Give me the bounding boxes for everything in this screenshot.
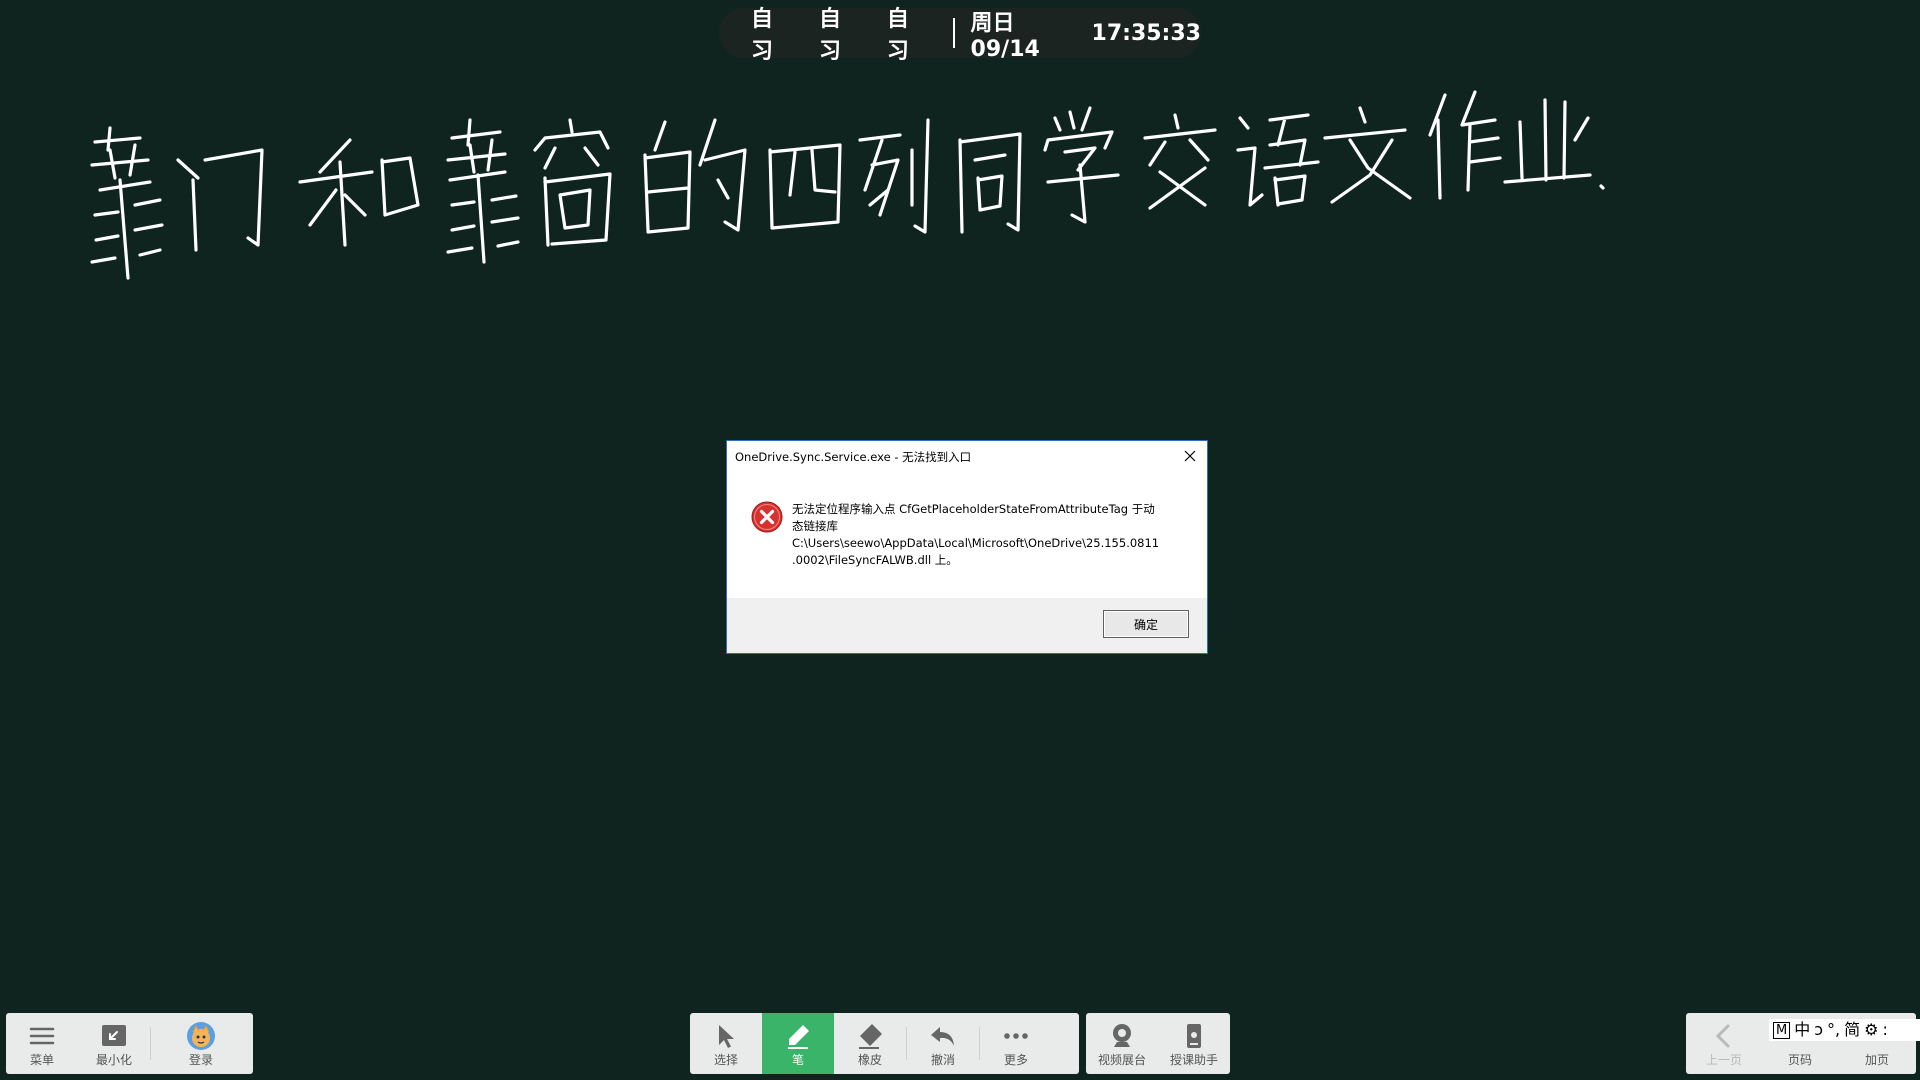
ime-more-icon[interactable]: : (1882, 1019, 1887, 1041)
ok-button[interactable]: 确定 (1103, 610, 1189, 638)
dialog-title: OneDrive.Sync.Service.exe - 无法找到入口 (735, 450, 972, 464)
dialog-title-bar[interactable]: OneDrive.Sync.Service.exe - 无法找到入口 (727, 441, 1207, 471)
undo-button[interactable]: 撤消 (907, 1013, 979, 1074)
page-number-label: 页码 (1787, 1053, 1812, 1067)
ime-toolbar: M 中 ɔ °, 简 ⚙ : (1769, 1019, 1920, 1041)
dialog-footer: 确定 (727, 598, 1207, 653)
login-button[interactable]: 登录 (151, 1013, 251, 1074)
eraser-tool[interactable]: 橡皮 (834, 1013, 906, 1074)
minimize-label: 最小化 (95, 1053, 132, 1067)
more-label: 更多 (1003, 1053, 1028, 1067)
ime-mode-icon[interactable]: M (1773, 1021, 1791, 1039)
teaching-assistant-button[interactable]: 授课助手 (1158, 1013, 1230, 1074)
ime-simplified-toggle[interactable]: 简 (1844, 1019, 1860, 1041)
webcam-icon (1113, 1024, 1131, 1047)
select-label: 选择 (713, 1053, 738, 1067)
pen-label: 笔 (791, 1053, 804, 1067)
add-page-label: 加页 (1864, 1053, 1889, 1067)
ime-punctuation-icon[interactable]: °, (1827, 1019, 1840, 1041)
avatar-icon (187, 1022, 215, 1050)
prev-page-label: 上一页 (1705, 1053, 1742, 1067)
ime-halfwidth-icon[interactable]: ɔ (1814, 1019, 1823, 1041)
undo-icon (931, 1027, 954, 1046)
minimize-button[interactable]: 最小化 (78, 1013, 150, 1074)
chevron-left-icon (1715, 1024, 1730, 1048)
menu-button[interactable]: 菜单 (6, 1013, 78, 1074)
dialog-message: 无法定位程序输入点 CfGetPlaceholderStateFromAttri… (792, 501, 1182, 569)
menu-icon (29, 1027, 55, 1045)
phone-icon (1187, 1024, 1201, 1048)
message-line: C:\Users\seewo\AppData\Local\Microsoft\O… (792, 536, 1160, 550)
minimize-icon (102, 1025, 126, 1046)
prev-page-button[interactable]: 上一页 (1686, 1013, 1762, 1074)
message-line: 无法定位程序输入点 CfGetPlaceholderStateFromAttri… (792, 502, 1155, 516)
eraser-label: 橡皮 (857, 1053, 882, 1067)
close-button[interactable] (1173, 441, 1207, 471)
pen-icon (788, 1025, 809, 1049)
select-tool[interactable]: 选择 (690, 1013, 762, 1074)
error-dialog: OneDrive.Sync.Service.exe - 无法找到入口 无法定位程… (726, 440, 1208, 654)
toolbar-center: 选择 笔 橡皮 撤消 更多 (690, 1013, 1079, 1074)
message-line: 态链接库 (792, 519, 838, 533)
toolbar-left: 菜单 最小化 登录 (6, 1013, 253, 1074)
close-icon (1184, 450, 1196, 462)
gear-icon[interactable]: ⚙ (1864, 1019, 1878, 1041)
dialog-body: 无法定位程序输入点 CfGetPlaceholderStateFromAttri… (727, 471, 1207, 599)
menu-label: 菜单 (29, 1053, 54, 1067)
error-x-icon (751, 501, 783, 533)
pen-tool[interactable]: 笔 (762, 1013, 834, 1074)
ime-chinese-toggle[interactable]: 中 (1794, 1019, 1810, 1041)
eraser-icon (859, 1024, 882, 1049)
video-booth-button[interactable]: 视频展台 (1086, 1013, 1158, 1074)
toolbar-extra: 视频展台 授课助手 (1086, 1013, 1230, 1074)
cursor-arrow-icon (719, 1025, 734, 1048)
message-line: .0002\FileSyncFALWB.dll 上。 (792, 553, 958, 567)
teaching-assistant-label: 授课助手 (1169, 1053, 1218, 1067)
more-dots-icon (1004, 1033, 1028, 1039)
video-booth-label: 视频展台 (1097, 1053, 1146, 1067)
undo-label: 撤消 (930, 1053, 955, 1067)
more-button[interactable]: 更多 (980, 1013, 1052, 1074)
login-label: 登录 (188, 1053, 213, 1067)
handwritten-ink (90, 90, 1605, 280)
